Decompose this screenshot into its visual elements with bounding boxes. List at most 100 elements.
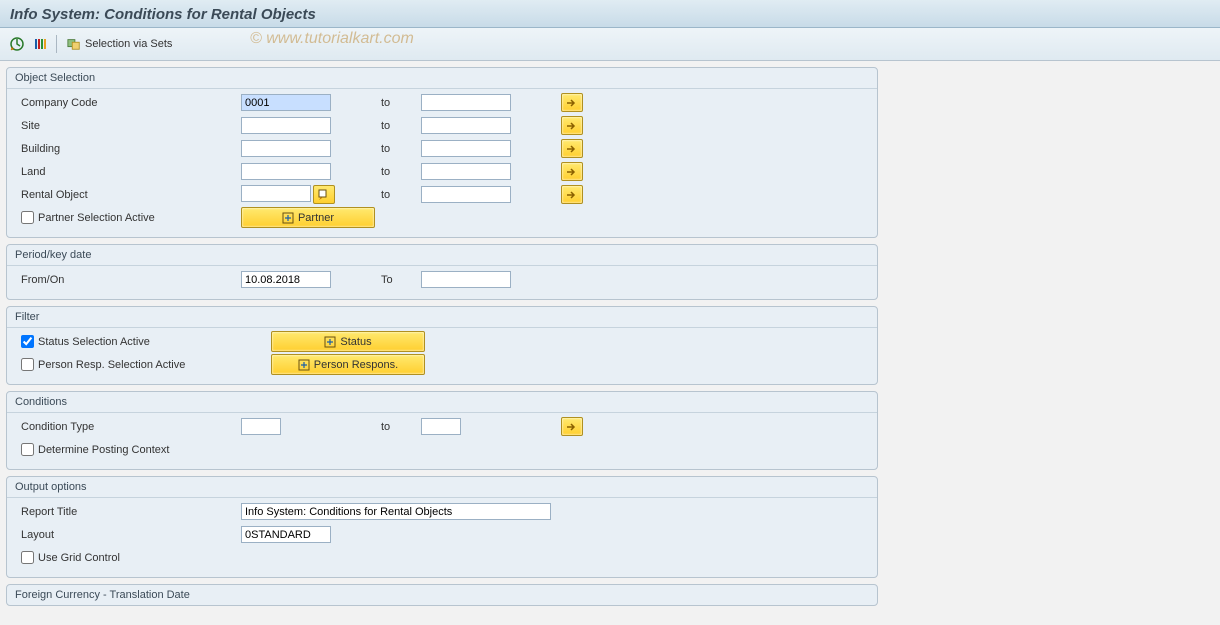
arrow-right-icon	[567, 145, 577, 153]
layout-input[interactable]	[241, 526, 331, 543]
section-header-filter: Filter	[7, 307, 877, 328]
arrow-right-icon	[567, 191, 577, 199]
row-report-title: Report Title	[15, 500, 869, 523]
toolbar: Selection via Sets © www.tutorialkart.co…	[0, 28, 1220, 61]
execute-icon[interactable]	[8, 35, 26, 53]
status-button-label: Status	[340, 336, 371, 348]
building-range-button[interactable]	[561, 139, 583, 158]
label-condition-type: Condition Type	[15, 421, 241, 433]
row-layout: Layout	[15, 523, 869, 546]
row-rental-object: Rental Object to	[15, 183, 869, 206]
selection-via-sets-label: Selection via Sets	[85, 38, 172, 50]
expand-icon	[324, 336, 336, 348]
company-code-from-input[interactable]	[241, 94, 331, 111]
section-conditions: Conditions Condition Type to Determine P…	[6, 391, 878, 470]
partner-button[interactable]: Partner	[241, 207, 375, 228]
watermark: © www.tutorialkart.com	[250, 30, 414, 48]
condition-type-to-input[interactable]	[421, 418, 461, 435]
section-output: Output options Report Title Layout Use G…	[6, 476, 878, 578]
determine-posting-checkbox[interactable]	[21, 443, 34, 456]
status-selection-checkbox[interactable]	[21, 335, 34, 348]
building-from-input[interactable]	[241, 140, 331, 157]
partner-selection-label: Partner Selection Active	[38, 212, 155, 224]
arrow-right-icon	[567, 423, 577, 431]
search-help-icon	[318, 189, 330, 201]
site-range-button[interactable]	[561, 116, 583, 135]
use-grid-checkbox[interactable]	[21, 551, 34, 564]
row-building: Building to	[15, 137, 869, 160]
label-building: Building	[15, 143, 241, 155]
section-header-period: Period/key date	[7, 245, 877, 266]
land-from-input[interactable]	[241, 163, 331, 180]
use-grid-label: Use Grid Control	[38, 552, 120, 564]
section-period: Period/key date From/On To	[6, 244, 878, 300]
determine-posting-checkbox-wrap[interactable]: Determine Posting Context	[15, 443, 241, 456]
building-to-input[interactable]	[421, 140, 511, 157]
period-to-input[interactable]	[421, 271, 511, 288]
row-person-selection: Person Resp. Selection Active Person Res…	[15, 353, 869, 376]
company-code-to-input[interactable]	[421, 94, 511, 111]
to-label-period: To	[381, 274, 421, 286]
label-report-title: Report Title	[15, 506, 241, 518]
row-partner-selection: Partner Selection Active Partner	[15, 206, 869, 229]
label-layout: Layout	[15, 529, 241, 541]
to-label: to	[381, 97, 421, 109]
use-grid-checkbox-wrap[interactable]: Use Grid Control	[15, 551, 241, 564]
row-use-grid: Use Grid Control	[15, 546, 869, 569]
window-title-bar: Info System: Conditions for Rental Objec…	[0, 0, 1220, 28]
label-site: Site	[15, 120, 241, 132]
from-on-input[interactable]	[241, 271, 331, 288]
rental-object-search-help-button[interactable]	[313, 185, 335, 204]
section-header-object-selection: Object Selection	[7, 68, 877, 89]
section-foreign-currency: Foreign Currency - Translation Date	[6, 584, 878, 606]
company-code-range-button[interactable]	[561, 93, 583, 112]
person-selection-checkbox-wrap[interactable]: Person Resp. Selection Active	[15, 358, 271, 371]
partner-button-label: Partner	[298, 212, 334, 224]
section-header-output: Output options	[7, 477, 877, 498]
arrow-right-icon	[567, 168, 577, 176]
app-root: Info System: Conditions for Rental Objec…	[0, 0, 1220, 612]
content-area: Object Selection Company Code to Site to	[0, 61, 1220, 612]
window-title: Info System: Conditions for Rental Objec…	[10, 6, 316, 23]
selection-via-sets-button[interactable]: Selection via Sets	[63, 35, 176, 53]
row-determine-posting: Determine Posting Context	[15, 438, 869, 461]
to-label: to	[381, 143, 421, 155]
section-object-selection: Object Selection Company Code to Site to	[6, 67, 878, 238]
land-range-button[interactable]	[561, 162, 583, 181]
row-site: Site to	[15, 114, 869, 137]
partner-selection-checkbox-wrap[interactable]: Partner Selection Active	[15, 211, 241, 224]
label-land: Land	[15, 166, 241, 178]
row-from-on: From/On To	[15, 268, 869, 291]
arrow-right-icon	[567, 122, 577, 130]
label-from-on: From/On	[15, 274, 241, 286]
person-respons-button[interactable]: Person Respons.	[271, 354, 425, 375]
rental-object-from-input[interactable]	[241, 185, 311, 202]
label-rental-object: Rental Object	[15, 189, 241, 201]
status-selection-label: Status Selection Active	[38, 336, 150, 348]
variant-icon[interactable]	[32, 35, 50, 53]
to-label: to	[381, 120, 421, 132]
row-land: Land to	[15, 160, 869, 183]
section-header-conditions: Conditions	[7, 392, 877, 413]
status-button[interactable]: Status	[271, 331, 425, 352]
label-company-code: Company Code	[15, 97, 241, 109]
row-condition-type: Condition Type to	[15, 415, 869, 438]
row-company-code: Company Code to	[15, 91, 869, 114]
site-from-input[interactable]	[241, 117, 331, 134]
expand-icon	[298, 359, 310, 371]
site-to-input[interactable]	[421, 117, 511, 134]
report-title-input[interactable]	[241, 503, 551, 520]
land-to-input[interactable]	[421, 163, 511, 180]
partner-selection-checkbox[interactable]	[21, 211, 34, 224]
condition-type-range-button[interactable]	[561, 417, 583, 436]
condition-type-from-input[interactable]	[241, 418, 281, 435]
status-selection-checkbox-wrap[interactable]: Status Selection Active	[15, 335, 271, 348]
to-label: to	[381, 189, 421, 201]
rental-object-to-input[interactable]	[421, 186, 511, 203]
determine-posting-label: Determine Posting Context	[38, 444, 169, 456]
sets-icon	[67, 37, 81, 51]
person-selection-checkbox[interactable]	[21, 358, 34, 371]
person-respons-button-label: Person Respons.	[314, 359, 398, 371]
rental-object-range-button[interactable]	[561, 185, 583, 204]
person-selection-label: Person Resp. Selection Active	[38, 359, 185, 371]
